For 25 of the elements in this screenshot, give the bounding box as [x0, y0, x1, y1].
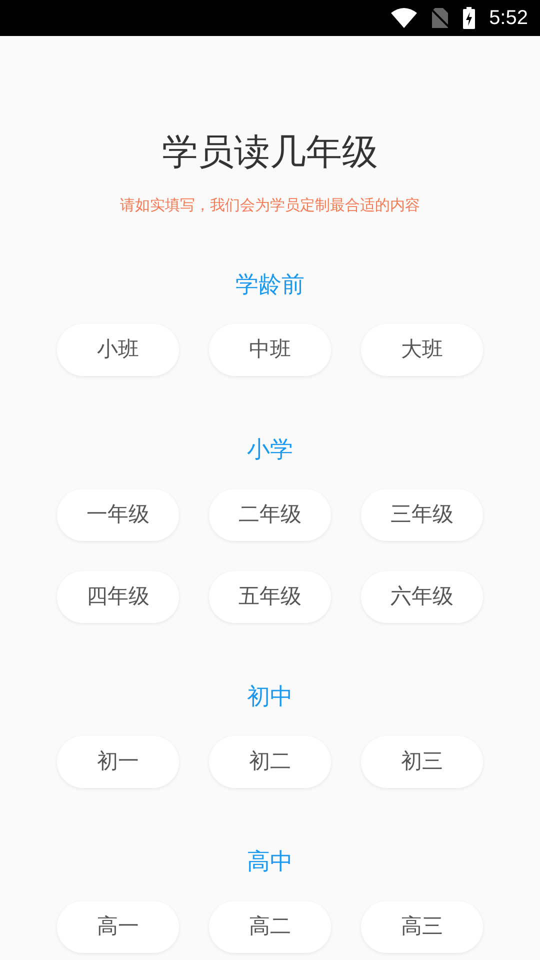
- section-heading: 初中: [247, 682, 293, 711]
- grade-option[interactable]: 一年级: [57, 489, 179, 541]
- grade-option[interactable]: 高一: [57, 901, 179, 953]
- grade-option[interactable]: 大班: [361, 324, 483, 376]
- grade-option[interactable]: 小班: [57, 324, 179, 376]
- section-heading: 高中: [247, 847, 293, 876]
- grade-option[interactable]: 五年级: [209, 571, 331, 623]
- battery-charging-icon: [463, 7, 476, 29]
- grade-option[interactable]: 四年级: [57, 571, 179, 623]
- grade-option[interactable]: 初二: [209, 736, 331, 788]
- grade-option[interactable]: 六年级: [361, 571, 483, 623]
- wifi-icon: [391, 8, 418, 28]
- grade-option[interactable]: 三年级: [361, 489, 483, 541]
- section-heading: 小学: [247, 435, 293, 464]
- grade-option[interactable]: 高三: [361, 901, 483, 953]
- grade-option[interactable]: 高二: [209, 901, 331, 953]
- status-time: 5:52: [489, 6, 528, 31]
- grade-option[interactable]: 中班: [209, 324, 331, 376]
- grade-option[interactable]: 初一: [57, 736, 179, 788]
- grade-option[interactable]: 二年级: [209, 489, 331, 541]
- section-heading: 学龄前: [236, 270, 304, 299]
- subtitle: 请如实填写，我们会为学员定制最合适的内容: [120, 196, 420, 216]
- no-sim-icon: [431, 8, 450, 28]
- grade-option[interactable]: 初三: [361, 736, 483, 788]
- page-title: 学员读几年级: [162, 132, 378, 172]
